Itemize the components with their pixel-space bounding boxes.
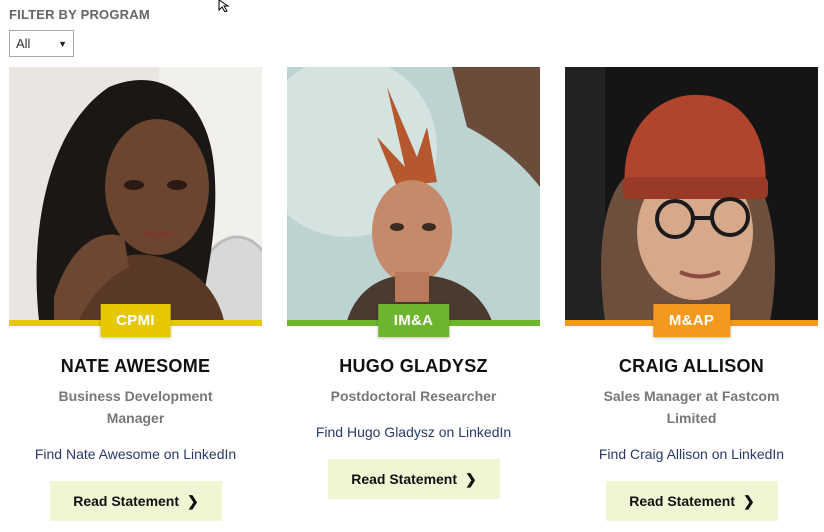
program-badge: M&AP	[652, 304, 731, 337]
profile-card: IM&A HUGO GLADYSZ Postdoctoral Researche…	[287, 67, 540, 532]
person-role: Postdoctoral Researcher	[330, 388, 497, 404]
profile-photo	[287, 67, 540, 321]
filter-selected-value: All	[16, 36, 31, 51]
profile-card: M&AP CRAIG ALLISON Sales Manager at Fast…	[565, 67, 818, 532]
arrow-cursor-icon	[218, 0, 230, 12]
read-statement-label: Read Statement	[351, 471, 458, 487]
person-role: Business Development Manager	[58, 388, 213, 426]
person-name: HUGO GLADYSZ	[339, 356, 488, 376]
linkedin-link[interactable]: Find Craig Allison on LinkedIn	[565, 446, 818, 462]
chevron-right-icon: ❯	[743, 492, 755, 509]
person-name: CRAIG ALLISON	[618, 356, 765, 376]
profile-photo	[9, 67, 262, 321]
read-statement-button[interactable]: Read Statement ❯	[606, 481, 778, 521]
program-badge: CPMI	[100, 304, 171, 337]
program-badge: IM&A	[377, 304, 450, 337]
profile-card: CPMI NATE AWESOME Business Development M…	[9, 67, 262, 532]
read-statement-label: Read Statement	[629, 493, 736, 509]
chevron-right-icon: ❯	[187, 492, 199, 509]
read-statement-label: Read Statement	[73, 493, 180, 509]
program-filter-select[interactable]: All ▼	[9, 30, 74, 57]
chevron-right-icon: ❯	[465, 470, 477, 487]
read-statement-button[interactable]: Read Statement ❯	[50, 481, 222, 521]
read-statement-button[interactable]: Read Statement ❯	[328, 459, 500, 499]
person-name: NATE AWESOME	[60, 356, 211, 376]
person-role: Sales Manager at Fastcom Limited	[603, 388, 780, 426]
profile-photo	[565, 67, 818, 321]
linkedin-link[interactable]: Find Hugo Gladysz on LinkedIn	[287, 424, 540, 440]
triangle-down-icon: ▼	[58, 39, 67, 49]
linkedin-link[interactable]: Find Nate Awesome on LinkedIn	[9, 446, 262, 462]
filter-label: FILTER BY PROGRAM	[9, 7, 150, 22]
